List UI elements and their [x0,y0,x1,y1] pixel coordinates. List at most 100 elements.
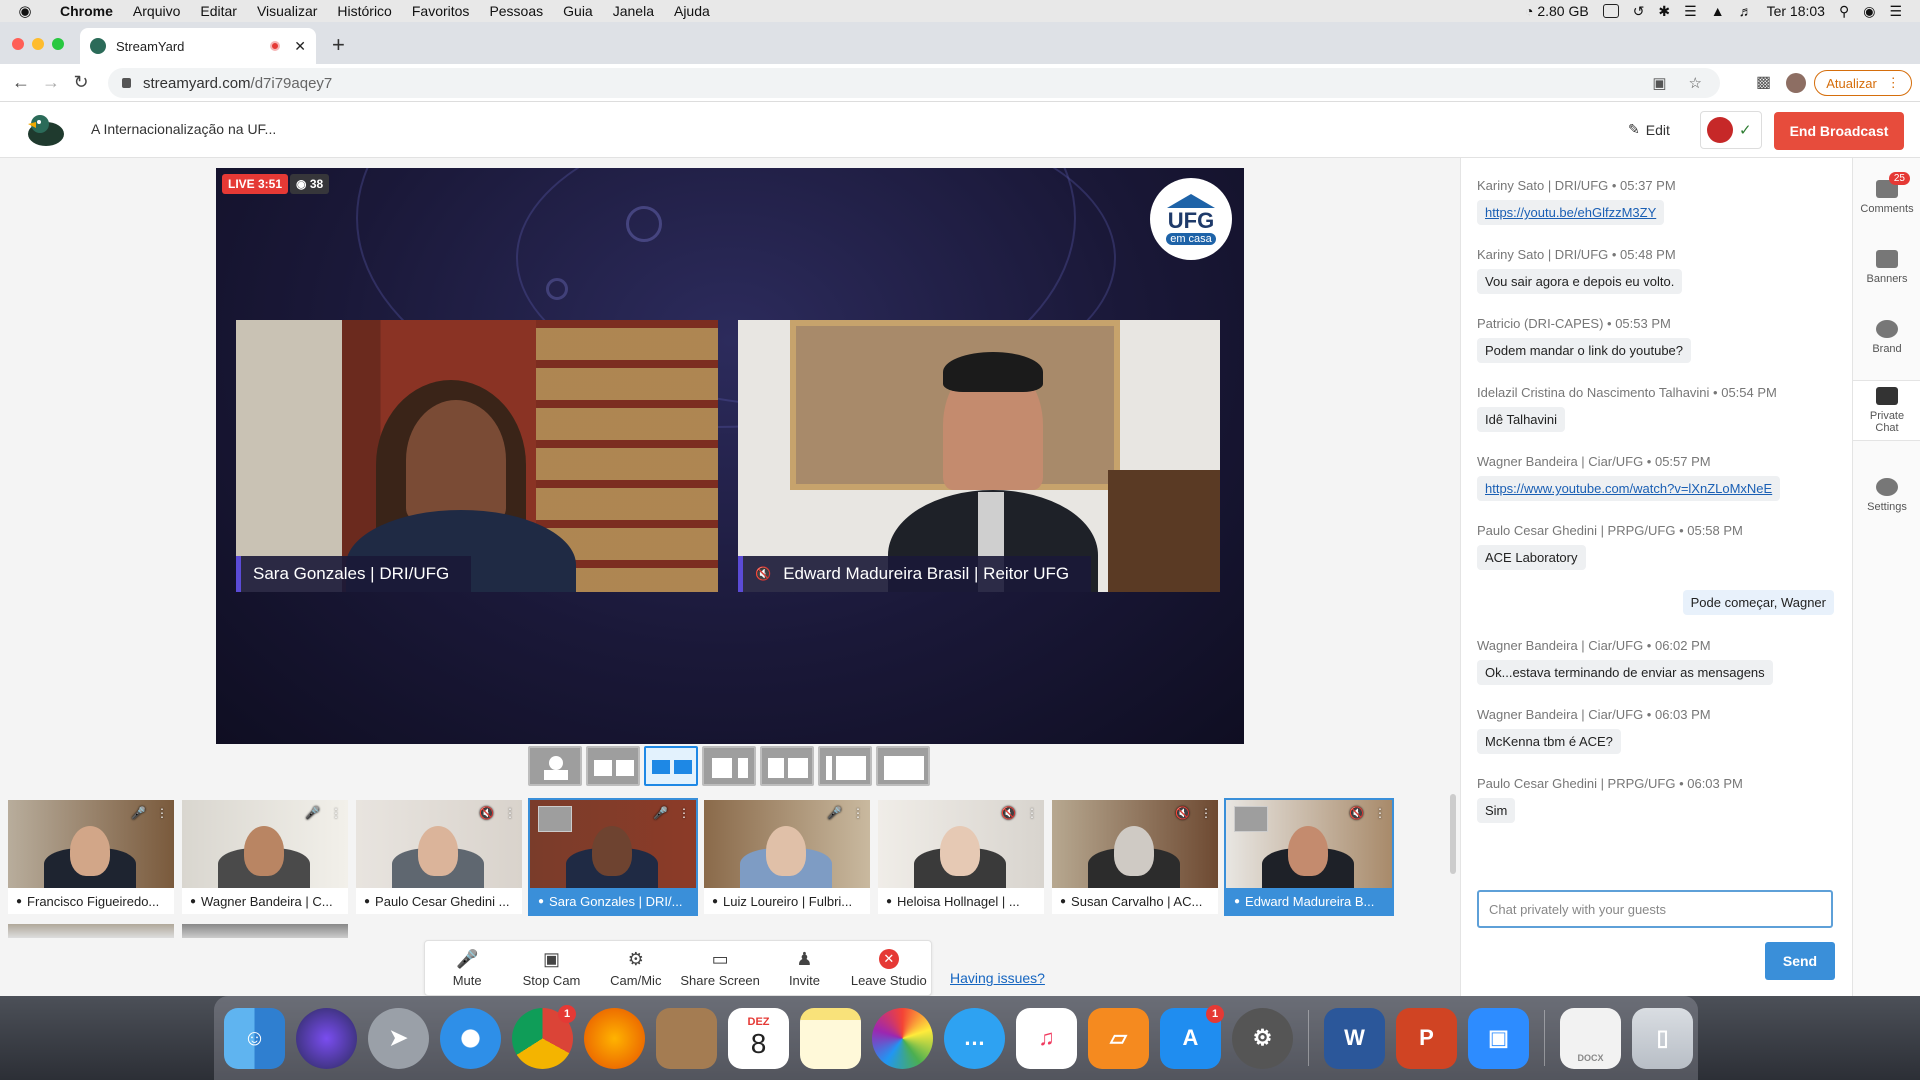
participant-thumbnail[interactable]: 🔇 ⋮ ● Heloisa Hollnagel | ... [878,800,1044,914]
invite-button[interactable]: ♟ Invite [762,949,846,988]
broadcast-title[interactable]: A Internacionalização na UF... [91,121,276,137]
participant-name-bar[interactable]: ● Paulo Cesar Ghedini ... [356,888,522,914]
browser-tab-streamyard[interactable]: StreamYard ✕ [80,28,316,64]
menu-guia[interactable]: Guia [553,3,603,19]
cam-mic-settings-button[interactable]: ⚙ Cam/Mic [594,949,678,988]
siri-icon[interactable]: ◉ [1863,3,1875,20]
reload-button[interactable]: ↻ [66,72,96,93]
edit-broadcast-button[interactable]: ✎ Edit [1628,121,1670,138]
rail-banners-tab[interactable]: Banners [1853,250,1920,285]
rail-private-chat-tab[interactable]: Private Chat [1853,380,1920,441]
share-screen-button[interactable]: ▭ Share Screen [678,949,762,988]
rail-settings-tab[interactable]: Settings [1853,478,1920,513]
profile-avatar[interactable] [1786,73,1806,93]
participant-name-bar[interactable]: ● Luiz Loureiro | Fulbri... [704,888,870,914]
time-machine-icon[interactable]: ↺ [1633,3,1645,20]
leave-studio-button[interactable]: ✕ Leave Studio [847,948,931,988]
stage-video-sara-gonzales[interactable]: Sara Gonzales | DRI/UFG [236,320,718,592]
bluetooth-icon[interactable]: ✱ [1658,3,1670,20]
menu-janela[interactable]: Janela [603,3,664,19]
layout-solo[interactable] [528,746,582,786]
participant-thumbnail-partial[interactable] [182,924,348,938]
rail-brand-tab[interactable]: Brand [1853,320,1920,355]
microphone-icon[interactable]: 🎤 [305,806,320,820]
end-broadcast-button[interactable]: End Broadcast [1774,112,1904,150]
participant-thumbnail-partial[interactable] [8,924,174,938]
participant-thumbnail[interactable]: 🔇 ⋮ ● Susan Carvalho | AC... [1052,800,1218,914]
kebab-menu-icon[interactable]: ⋮ [330,806,342,820]
back-button[interactable]: ← [6,72,36,93]
menu-arquivo[interactable]: Arquivo [123,3,190,19]
kebab-menu-icon[interactable]: ⋮ [852,806,864,820]
mute-button[interactable]: 🎤 Mute [425,949,509,988]
safari-icon[interactable] [440,1007,501,1069]
kebab-menu-icon[interactable]: ⋮ [156,806,168,820]
airplay-icon[interactable]: ▲ [1711,3,1725,19]
participant-name-bar[interactable]: ● Francisco Figueiredo... [8,888,174,914]
launchpad-icon[interactable]: ➤ [368,1007,429,1069]
volume-icon[interactable]: ♬ [1739,3,1753,19]
streamyard-duck-logo-icon[interactable] [24,112,66,148]
docx-file-icon[interactable]: DOCX [1560,1007,1621,1069]
zoom-icon[interactable]: ▣ [1468,1007,1529,1069]
chrome-icon[interactable]: 1 [512,1004,576,1069]
calendar-icon[interactable]: DEZ 8 [728,1007,789,1069]
menu-ajuda[interactable]: Ajuda [664,3,720,19]
private-chat-input[interactable] [1477,890,1833,928]
microphone-muted-icon[interactable]: 🔇 [1001,806,1016,820]
menu-visualizar[interactable]: Visualizar [247,3,327,19]
system-preferences-icon[interactable]: ⚙ [1232,1007,1293,1069]
battery-icon[interactable] [1602,4,1619,18]
kebab-menu-icon[interactable]: ⋮ [678,806,690,820]
microsoft-word-icon[interactable]: W [1324,1007,1385,1069]
layout-leader[interactable] [702,746,756,786]
menu-historico[interactable]: Histórico [327,3,401,19]
menu-chrome[interactable]: Chrome [50,3,123,19]
bookmark-star-icon[interactable]: ☆ [1689,74,1702,92]
kebab-menu-icon[interactable]: ⋮ [1026,806,1038,820]
menu-favoritos[interactable]: Favoritos [402,3,480,19]
camera-in-use-icon[interactable]: ▣ [1652,74,1666,92]
new-tab-button[interactable]: + [332,32,345,58]
kebab-menu-icon[interactable]: ⋮ [1200,806,1212,820]
extensions-puzzle-icon[interactable]: ▩ [1756,72,1771,92]
layout-side-by-side[interactable] [760,746,814,786]
chat-message-link[interactable]: https://youtu.be/ehGlfzzM3ZY [1477,200,1665,225]
participant-thumbnail-on-stage[interactable]: 🎤 ⋮ ● Sara Gonzales | DRI/... [528,798,698,916]
participant-name-bar[interactable]: ● Susan Carvalho | AC... [1052,888,1218,914]
music-icon[interactable]: ♫ [1016,1007,1077,1069]
participant-thumbnail[interactable]: 🎤 ⋮ ● Wagner Bandeira | C... [182,800,348,914]
trash-icon[interactable]: ▯ [1632,1007,1693,1069]
notes-icon[interactable] [800,1007,861,1069]
lock-icon[interactable] [122,78,131,88]
microphone-muted-icon[interactable]: 🔇 [479,806,494,820]
stage-video-edward-madureira[interactable]: 🔇 Edward Madureira Brasil | Reitor UFG [738,320,1220,592]
having-issues-link[interactable]: Having issues? [950,970,1045,986]
destinations-button[interactable]: ✓ [1700,111,1762,149]
participant-thumbnail[interactable]: 🎤 ⋮ ● Luiz Loureiro | Fulbri... [704,800,870,914]
layout-news[interactable] [818,746,872,786]
apple-menu-icon[interactable]: ◉ [0,2,50,20]
rail-comments-tab[interactable]: 25 Comments [1853,172,1920,215]
menu-pessoas[interactable]: Pessoas [479,3,553,19]
kebab-menu-icon[interactable]: ⋮ [1374,806,1386,820]
menu-editar[interactable]: Editar [190,3,247,19]
siri-icon[interactable] [296,1007,357,1069]
layout-background[interactable] [876,746,930,786]
send-button[interactable]: Send [1765,942,1835,980]
address-bar[interactable]: streamyard.com/d7i79aqey7 ▣ ☆ [108,68,1720,98]
participant-name-bar[interactable]: ● Wagner Bandeira | C... [182,888,348,914]
window-zoom-button[interactable] [52,38,64,50]
layout-group[interactable] [644,746,698,786]
layout-thin[interactable] [586,746,640,786]
firefox-icon[interactable] [584,1007,645,1069]
forward-button[interactable]: → [36,72,66,93]
microphone-icon[interactable]: 🎤 [131,806,146,820]
participant-thumbnail-on-stage[interactable]: 🔇 ⋮ ● Edward Madureira B... [1224,798,1394,916]
app-store-icon[interactable]: A1 [1160,1004,1224,1069]
microphone-muted-icon[interactable]: 🔇 [1175,806,1190,820]
memory-monitor[interactable]: ◔ 2.80 GB [1525,3,1589,19]
update-chrome-button[interactable]: Atualizar ⋮ [1814,70,1912,96]
participant-name-bar[interactable]: ● Edward Madureira B... [1226,888,1392,914]
microphone-muted-icon[interactable]: 🔇 [1349,806,1364,820]
